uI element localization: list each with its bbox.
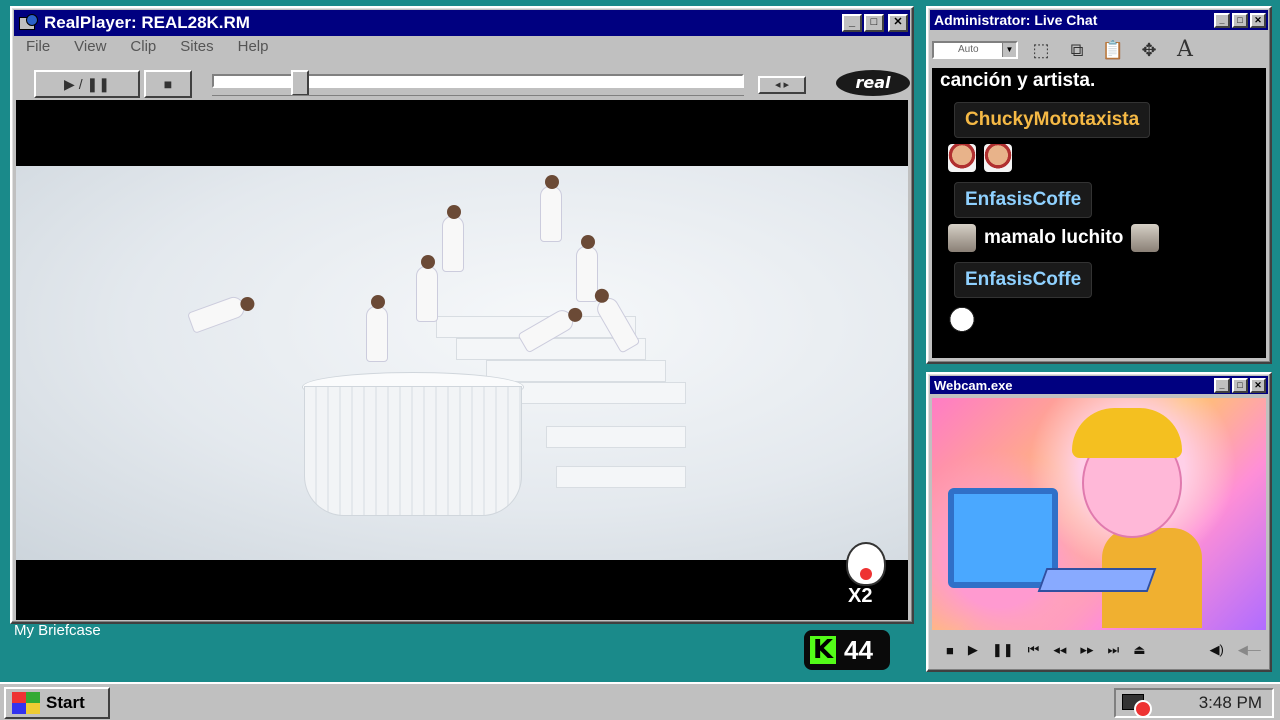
real-logo: real [836, 70, 910, 96]
stair-step [486, 360, 666, 382]
font-select[interactable]: Auto ▼ [932, 41, 1018, 59]
move-icon[interactable]: ✥ [1136, 37, 1162, 63]
chat-message-text: mamalo luchito [984, 227, 1124, 248]
minimize-button[interactable]: _ [1214, 377, 1230, 393]
paste-icon[interactable]: 📋 [1100, 37, 1126, 63]
chat-title: Administrator: Live Chat [934, 12, 1098, 28]
chevron-down-icon[interactable]: ▼ [1002, 43, 1016, 57]
skip-back-icon[interactable]: ⏮ [1028, 642, 1040, 658]
emote-face-icon [984, 144, 1012, 172]
realplayer-window: RealPlayer: REAL28K.RM _ □ ✕ File View C… [10, 6, 914, 624]
multiplier-badge: X2 [848, 585, 873, 607]
menu-clip[interactable]: Clip [130, 38, 156, 55]
font-select-value: Auto [958, 44, 979, 55]
windows-logo-icon [12, 692, 40, 714]
stair-step [546, 426, 686, 448]
skip-forward-icon[interactable]: ⏭ [1107, 642, 1119, 658]
webcam-image [932, 398, 1266, 630]
stair-step [556, 466, 686, 488]
video-frame [16, 166, 908, 560]
prev-next-buttons[interactable]: ◂ ▸ [758, 76, 806, 94]
dancer [442, 205, 464, 272]
viewer-count: 44 [844, 634, 873, 665]
chat-message-text: canción y artista. [940, 70, 1096, 91]
maximize-button[interactable]: □ [1232, 377, 1248, 393]
minimize-button[interactable]: _ [1214, 12, 1230, 28]
clock[interactable]: 3:48 PM [1199, 693, 1262, 713]
recording-tray-icon[interactable] [1122, 692, 1152, 718]
chat-message: mamalo luchito [948, 224, 1258, 252]
stair-step [516, 382, 686, 404]
play-pause-button[interactable]: ▶ / ❚❚ [34, 70, 140, 98]
webcam-titlebar[interactable]: Webcam.exe _ □ ✕ [930, 376, 1268, 394]
media-controls: ■ ▶ ❚❚ ⏮ ◂◂ ▸▸ ⏭ ⏏ ◀) ◀— [932, 636, 1266, 664]
chat-message-emotes [948, 144, 1258, 172]
close-button[interactable]: ✕ [888, 14, 908, 32]
dancer [540, 175, 562, 242]
chat-username[interactable]: ChuckyMototaxista [954, 102, 1151, 138]
menu-help[interactable]: Help [238, 38, 269, 55]
copy-icon[interactable]: ⧉ [1064, 37, 1090, 63]
emote-photo-icon [948, 224, 976, 252]
pause-icon[interactable]: ❚❚ [992, 642, 1014, 658]
emote-face-icon [948, 144, 976, 172]
stop-button[interactable]: ■ [144, 70, 192, 98]
chat-messages[interactable]: canción y artista. ChuckyMototaxista Enf… [932, 68, 1266, 358]
volume-icon[interactable]: ◀) [1209, 642, 1223, 658]
eject-icon[interactable]: ⏏ [1133, 642, 1145, 658]
chat-message-emotes [948, 304, 1258, 332]
seek-ticks [212, 92, 744, 96]
taskbar: Start 3:48 PM [0, 682, 1280, 720]
live-chat-window: Administrator: Live Chat _ □ ✕ Auto ▼ ⬚ … [926, 6, 1272, 364]
dancer [186, 294, 248, 334]
chat-toolbar: Auto ▼ ⬚ ⧉ 📋 ✥ A [932, 34, 1266, 66]
menu-view[interactable]: View [74, 38, 106, 55]
system-tray: 3:48 PM [1114, 688, 1274, 718]
realplayer-app-icon [18, 14, 38, 32]
menu-sites[interactable]: Sites [180, 38, 213, 55]
webcam-title: Webcam.exe [934, 377, 1013, 393]
start-button[interactable]: Start [4, 687, 110, 719]
realplayer-title: RealPlayer: REAL28K.RM [44, 13, 250, 32]
seek-bar[interactable] [212, 70, 744, 96]
rewind-icon[interactable]: ◂◂ [1053, 642, 1066, 658]
maximize-button[interactable]: □ [1232, 12, 1248, 28]
emote-ghost-icon [948, 304, 976, 332]
volume-slider[interactable]: ◀— [1238, 642, 1261, 658]
illustration-character-hat [1072, 408, 1182, 458]
video-area[interactable]: X2 [16, 100, 908, 620]
ghost-mouth [860, 568, 872, 580]
play-icon[interactable]: ▶ [968, 642, 978, 658]
start-label: Start [46, 693, 85, 712]
pedestal [304, 386, 522, 516]
chat-username[interactable]: EnfasisCoffe [954, 182, 1093, 218]
illustration-keyboard [1037, 568, 1157, 592]
minimize-button[interactable]: _ [842, 14, 862, 32]
realplayer-titlebar[interactable]: RealPlayer: REAL28K.RM _ □ ✕ [14, 10, 910, 36]
kick-viewer-badge: K 44 [804, 630, 890, 670]
webcam-window: Webcam.exe _ □ ✕ ■ ▶ ❚❚ ⏮ ◂◂ ▸▸ ⏭ ⏏ ◀) ◀… [926, 372, 1272, 672]
menu-file[interactable]: File [26, 38, 50, 55]
realplayer-menubar: File View Clip Sites Help [26, 38, 268, 55]
chat-username[interactable]: EnfasisCoffe [954, 262, 1093, 298]
close-button[interactable]: ✕ [1250, 377, 1266, 393]
desktop-icon-label[interactable]: My Briefcase [14, 622, 101, 639]
select-rect-icon[interactable]: ⬚ [1028, 37, 1054, 63]
chat-titlebar[interactable]: Administrator: Live Chat _ □ ✕ [930, 10, 1268, 30]
close-button[interactable]: ✕ [1250, 12, 1266, 28]
ghost-sticker: X2 [840, 538, 892, 608]
maximize-button[interactable]: □ [864, 14, 884, 32]
dancer [366, 295, 388, 362]
font-icon[interactable]: A [1172, 37, 1198, 63]
emote-photo-icon [1131, 224, 1160, 252]
dancer [416, 255, 438, 322]
stop-icon[interactable]: ■ [946, 643, 954, 658]
player-controls: ▶ / ❚❚ ■ ◂ ▸ real [34, 70, 910, 100]
illustration-monitor [948, 488, 1058, 588]
kick-logo-icon: K [810, 636, 836, 664]
fast-forward-icon[interactable]: ▸▸ [1080, 642, 1093, 658]
